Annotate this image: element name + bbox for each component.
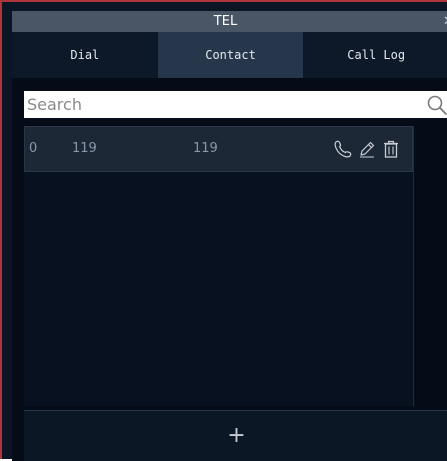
contact-number: 119 xyxy=(193,141,218,156)
tab-call-log[interactable]: Call Log xyxy=(303,32,447,78)
contact-name: 119 xyxy=(72,141,97,156)
edit-icon[interactable] xyxy=(357,139,377,159)
contact-index: 0 xyxy=(29,141,38,156)
search-icon[interactable] xyxy=(426,94,447,116)
contact-row[interactable]: 0 119 119 xyxy=(24,126,413,172)
phone-icon[interactable] xyxy=(333,139,353,159)
trash-icon[interactable] xyxy=(381,139,401,159)
tab-contact[interactable]: Contact xyxy=(157,32,304,78)
window-title: TEL xyxy=(213,14,238,29)
close-icon[interactable]: ✕ xyxy=(443,11,447,32)
title-bar[interactable]: TEL ✕ xyxy=(12,11,447,32)
add-contact-button[interactable]: + xyxy=(24,410,447,461)
search-input[interactable] xyxy=(24,91,422,118)
tab-bar: Dial Contact Call Log xyxy=(12,32,447,78)
contact-panel: 0 119 119 + xyxy=(12,78,447,461)
search-bar xyxy=(24,91,447,118)
contact-list: 0 119 119 xyxy=(24,126,414,406)
tel-window: TEL ✕ Dial Contact Call Log 0 119 119 xyxy=(0,0,447,461)
tab-dial[interactable]: Dial xyxy=(12,32,158,78)
